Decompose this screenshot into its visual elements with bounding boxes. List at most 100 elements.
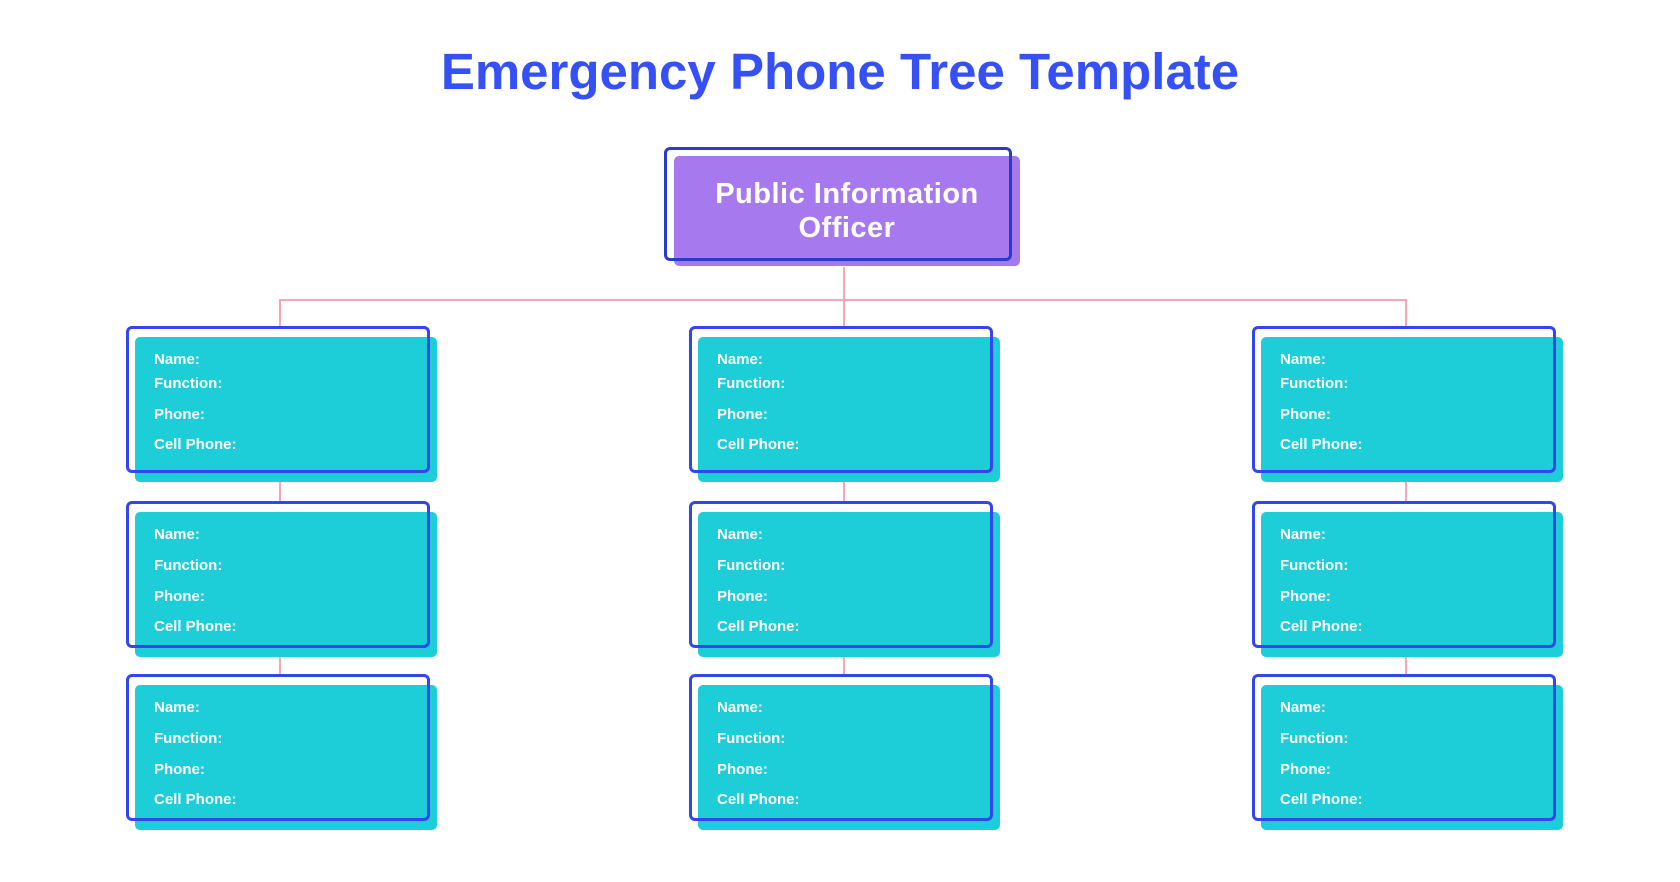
field-phone[interactable]: Phone: [1280, 588, 1337, 605]
field-label: Function: [154, 557, 223, 574]
contact-card[interactable]: Name: Function: Phone: Cell Phone: [126, 326, 440, 484]
field-label: Cell Phone: [1280, 436, 1363, 453]
field-label: Cell Phone: [154, 791, 237, 808]
connector-root-down [843, 267, 845, 299]
contact-card-fields: Name: Function: Phone: Cell Phone: [1280, 337, 1550, 482]
field-label: Phone: [1280, 588, 1331, 605]
field-label: Name: [1280, 351, 1326, 368]
field-name[interactable]: Name: [154, 351, 206, 368]
contact-card[interactable]: Name: Function: Phone: Cell Phone: [1252, 326, 1566, 484]
field-label: Phone: [1280, 406, 1331, 423]
field-label: Name: [717, 351, 763, 368]
field-label: Phone: [717, 588, 768, 605]
field-cell-phone[interactable]: Cell Phone: [1280, 436, 1369, 453]
field-function[interactable]: Function: [1280, 730, 1354, 747]
field-label: Name: [717, 699, 763, 716]
field-label: Function: [1280, 557, 1349, 574]
field-label: Function: [1280, 730, 1349, 747]
field-phone[interactable]: Phone: [1280, 761, 1337, 778]
connector-mid-r1-r2 [843, 481, 845, 501]
field-label: Name: [154, 526, 200, 543]
field-label: Phone: [1280, 761, 1331, 778]
field-name[interactable]: Name: [1280, 351, 1332, 368]
field-label: Function: [1280, 375, 1349, 392]
field-function[interactable]: Function: [154, 375, 228, 392]
field-name[interactable]: Name: [717, 526, 769, 543]
field-cell-phone[interactable]: Cell Phone: [154, 618, 243, 635]
field-label: Cell Phone: [717, 618, 800, 635]
field-label: Cell Phone: [717, 791, 800, 808]
field-label: Cell Phone: [717, 436, 800, 453]
field-label: Function: [717, 730, 786, 747]
field-label: Cell Phone: [154, 618, 237, 635]
field-phone[interactable]: Phone: [154, 406, 211, 423]
field-cell-phone[interactable]: Cell Phone: [154, 436, 243, 453]
field-function[interactable]: Function: [1280, 375, 1354, 392]
field-cell-phone[interactable]: Cell Phone: [154, 791, 243, 808]
contact-card[interactable]: Name: Function: Phone: Cell Phone: [126, 674, 440, 832]
contact-card[interactable]: Name: Function: Phone: Cell Phone: [1252, 674, 1566, 832]
contact-card[interactable]: Name: Function: Phone: Cell Phone: [126, 501, 440, 659]
field-label: Phone: [154, 761, 205, 778]
page-title: Emergency Phone Tree Template [440, 43, 1240, 100]
contact-card-fields: Name: Function: Phone: Cell Phone: [717, 337, 987, 482]
contact-card-fields: Name: Function: Phone: Cell Phone: [154, 512, 424, 657]
field-cell-phone[interactable]: Cell Phone: [717, 436, 806, 453]
field-cell-phone[interactable]: Cell Phone: [717, 618, 806, 635]
field-phone[interactable]: Phone: [154, 588, 211, 605]
root-node-label: Public Information Officer [715, 178, 979, 244]
field-label: Function: [154, 730, 223, 747]
field-label: Cell Phone: [1280, 791, 1363, 808]
field-phone[interactable]: Phone: [717, 406, 774, 423]
field-phone[interactable]: Phone: [717, 761, 774, 778]
contact-card-fields: Name: Function: Phone: Cell Phone: [154, 337, 424, 482]
contact-card-fields: Name: Function: Phone: Cell Phone: [1280, 685, 1550, 830]
field-label: Phone: [717, 406, 768, 423]
field-label: Phone: [154, 406, 205, 423]
field-name[interactable]: Name: [1280, 699, 1332, 716]
contact-card-fields: Name: Function: Phone: Cell Phone: [154, 685, 424, 830]
field-phone[interactable]: Phone: [1280, 406, 1337, 423]
field-label: Name: [154, 351, 200, 368]
field-label: Function: [154, 375, 223, 392]
contact-card-fields: Name: Function: Phone: Cell Phone: [1280, 512, 1550, 657]
field-cell-phone[interactable]: Cell Phone: [1280, 618, 1369, 635]
contact-card-fields: Name: Function: Phone: Cell Phone: [717, 512, 987, 657]
connector-right-down [1405, 299, 1407, 327]
connector-left-down [279, 299, 281, 327]
field-label: Name: [1280, 526, 1326, 543]
field-function[interactable]: Function: [154, 730, 228, 747]
field-label: Phone: [717, 761, 768, 778]
field-label: Cell Phone: [1280, 618, 1363, 635]
field-name[interactable]: Name: [154, 526, 206, 543]
root-node-public-information-officer[interactable]: Public Information Officer [664, 147, 1024, 271]
field-cell-phone[interactable]: Cell Phone: [1280, 791, 1369, 808]
field-function[interactable]: Function: [1280, 557, 1354, 574]
field-name[interactable]: Name: [1280, 526, 1332, 543]
contact-card[interactable]: Name: Function: Phone: Cell Phone: [689, 326, 1003, 484]
contact-card[interactable]: Name: Function: Phone: Cell Phone: [689, 501, 1003, 659]
field-label: Phone: [154, 588, 205, 605]
field-function[interactable]: Function: [717, 375, 791, 392]
field-function[interactable]: Function: [717, 730, 791, 747]
field-label: Function: [717, 557, 786, 574]
field-phone[interactable]: Phone: [154, 761, 211, 778]
field-label: Cell Phone: [154, 436, 237, 453]
contact-card[interactable]: Name: Function: Phone: Cell Phone: [689, 674, 1003, 832]
field-label: Name: [717, 526, 763, 543]
connector-right-r1-r2 [1405, 481, 1407, 501]
connector-mid-down [843, 299, 845, 327]
field-phone[interactable]: Phone: [717, 588, 774, 605]
contact-card-fields: Name: Function: Phone: Cell Phone: [717, 685, 987, 830]
field-name[interactable]: Name: [717, 699, 769, 716]
field-label: Function: [717, 375, 786, 392]
field-name[interactable]: Name: [717, 351, 769, 368]
field-function[interactable]: Function: [154, 557, 228, 574]
field-name[interactable]: Name: [154, 699, 206, 716]
field-label: Name: [154, 699, 200, 716]
connector-left-r1-r2 [279, 481, 281, 501]
field-label: Name: [1280, 699, 1326, 716]
contact-card[interactable]: Name: Function: Phone: Cell Phone: [1252, 501, 1566, 659]
field-function[interactable]: Function: [717, 557, 791, 574]
field-cell-phone[interactable]: Cell Phone: [717, 791, 806, 808]
